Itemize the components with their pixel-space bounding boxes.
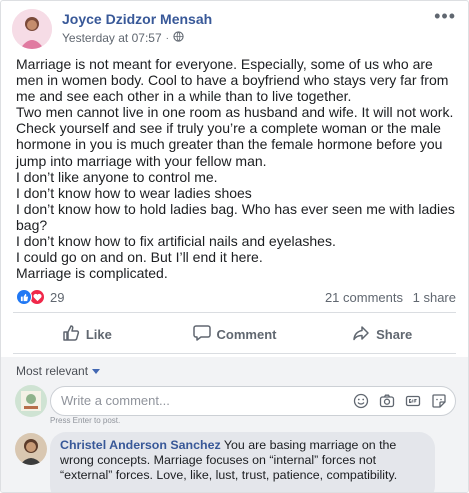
thumbs-up-icon bbox=[62, 324, 80, 345]
divider bbox=[13, 353, 456, 354]
post-meta: Yesterday at 07:57 · bbox=[62, 31, 184, 45]
more-options-icon[interactable]: ••• bbox=[434, 7, 456, 25]
camera-icon[interactable] bbox=[378, 392, 395, 409]
comment-input[interactable] bbox=[61, 393, 351, 408]
shares-count-link[interactable]: 1 share bbox=[413, 290, 456, 305]
reaction-count: 29 bbox=[50, 289, 65, 305]
author-name[interactable]: Joyce Dzidzor Mensah bbox=[62, 11, 212, 27]
current-user-avatar[interactable] bbox=[15, 385, 47, 417]
like-label: Like bbox=[85, 326, 112, 342]
comments-section: Most relevant Write a comment... Press E… bbox=[1, 357, 468, 492]
post-card: Joyce Dzidzor Mensah Yesterday at 07:57 … bbox=[0, 0, 469, 493]
press-enter-hint: Press Enter to post. bbox=[50, 416, 121, 425]
share-label: Share bbox=[376, 326, 413, 342]
share-button[interactable]: Share bbox=[308, 316, 456, 352]
post-timestamp[interactable]: Yesterday at 07:57 bbox=[62, 31, 162, 45]
author-avatar[interactable] bbox=[12, 9, 52, 49]
post-paragraph: I could go on and on. But I’ll end it he… bbox=[16, 249, 263, 266]
like-button[interactable]: Like bbox=[13, 316, 161, 352]
emoji-icon[interactable] bbox=[352, 392, 369, 409]
post-header: Joyce Dzidzor Mensah Yesterday at 07:57 … bbox=[12, 7, 460, 49]
post-paragraph: I don’t know how to fix artificial nails… bbox=[16, 233, 336, 250]
meta-separator: · bbox=[165, 32, 169, 44]
comment-button[interactable]: Comment bbox=[161, 316, 309, 352]
reactions-summary[interactable]: 29 bbox=[16, 289, 64, 305]
post-stats: 29 21 comments 1 share bbox=[16, 288, 456, 308]
comment-composer bbox=[50, 386, 456, 416]
sticker-icon[interactable] bbox=[430, 392, 447, 409]
post-paragraph: I don’t know how to hold ladies bag. Who… bbox=[16, 200, 459, 233]
engagement-counts: 21 comments 1 share bbox=[319, 290, 456, 305]
composer-toolbar bbox=[352, 392, 447, 409]
comment-bubble: Christel Anderson Sanchez You are basing… bbox=[50, 432, 435, 492]
post-paragraph: Check yourself and see if truly you’re a… bbox=[16, 120, 447, 169]
post-paragraph: I don’t like anyone to control me. bbox=[16, 168, 218, 185]
comment-sort-dropdown[interactable]: Most relevant bbox=[16, 364, 101, 378]
comment-author[interactable]: Christel Anderson Sanchez bbox=[60, 438, 221, 452]
commenter-avatar[interactable] bbox=[15, 433, 47, 465]
comment-label: Comment bbox=[216, 326, 277, 342]
post-paragraph: Two men cannot live in one room as husba… bbox=[16, 104, 454, 121]
divider bbox=[13, 312, 456, 313]
post-paragraph: Marriage is not meant for everyone. Espe… bbox=[16, 56, 453, 105]
share-arrow-icon bbox=[352, 324, 370, 345]
post-body: Marriage is not meant for everyone. Espe… bbox=[16, 56, 456, 281]
post-actions: Like Comment Share bbox=[13, 316, 456, 352]
comment-bubble-icon bbox=[192, 324, 211, 345]
sort-label: Most relevant bbox=[16, 364, 89, 378]
post-paragraph: Marriage is complicated. bbox=[16, 265, 168, 282]
gif-icon[interactable] bbox=[404, 392, 421, 409]
globe-icon bbox=[173, 31, 184, 45]
chevron-down-icon bbox=[92, 368, 101, 374]
like-reaction-icon bbox=[16, 289, 32, 305]
comments-count-link[interactable]: 21 comments bbox=[325, 290, 403, 305]
post-paragraph: I don’t know how to wear ladies shoes bbox=[16, 184, 252, 201]
